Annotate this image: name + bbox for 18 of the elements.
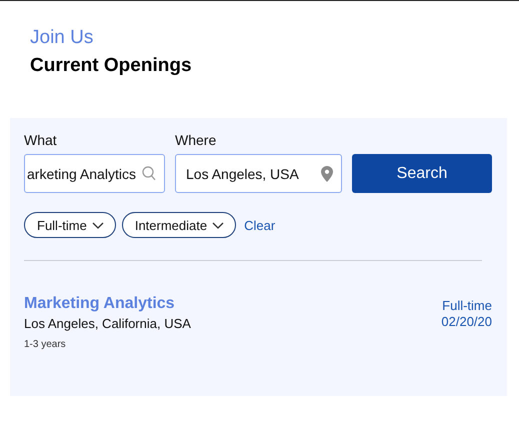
chevron-down-icon xyxy=(92,222,104,228)
search-button[interactable]: Search xyxy=(352,154,492,193)
clear-link[interactable]: Clear xyxy=(244,218,276,232)
where-label: Where xyxy=(175,132,218,148)
what-label: What xyxy=(24,132,58,148)
job-type: Full-time xyxy=(442,298,492,314)
where-field[interactable]: Los Angeles, USA xyxy=(175,154,342,193)
search-icon xyxy=(142,166,156,181)
job-location: Los Angeles, California, USA xyxy=(24,315,191,333)
job-experience: 1-3 years xyxy=(24,339,67,350)
filter-dropdown[interactable]: Intermediate xyxy=(122,212,236,238)
what-field[interactable]: arketing Analytics xyxy=(24,154,165,193)
location-pin-icon xyxy=(321,166,333,182)
job-date: 02/20/20 xyxy=(441,314,492,330)
page-title: Current Openings xyxy=(30,54,193,78)
filter-dropdown[interactable]: Full-time xyxy=(24,212,116,238)
chevron-down-icon xyxy=(212,222,224,228)
section-eyebrow: Join Us xyxy=(30,26,94,50)
